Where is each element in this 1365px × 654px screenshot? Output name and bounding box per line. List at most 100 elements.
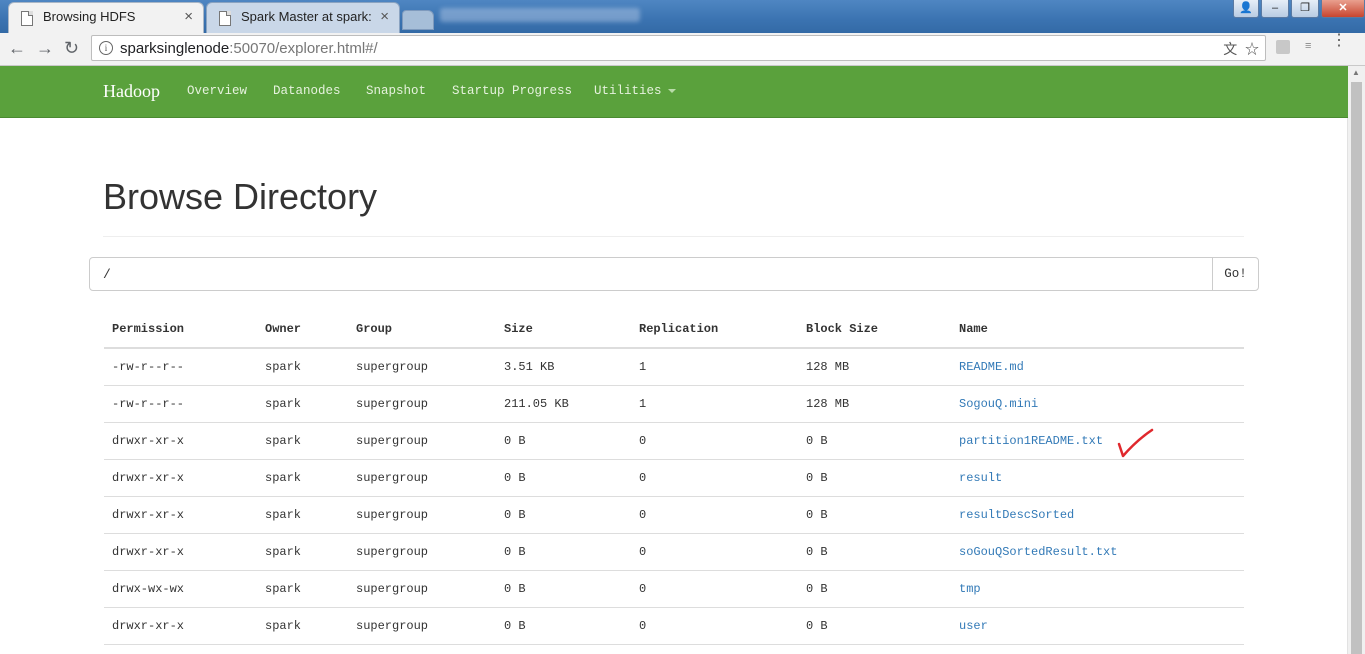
column-header-size[interactable]: Size — [496, 311, 631, 349]
directory-link[interactable]: resultDescSorted — [959, 508, 1074, 522]
size-cell: 3.51 KB — [496, 348, 631, 386]
close-icon[interactable]: × — [380, 8, 389, 25]
tab-title: Spark Master at spark:/ — [241, 9, 371, 24]
directory-link[interactable]: result — [959, 471, 1002, 485]
tab-browsing-hdfs[interactable]: Browsing HDFS × — [8, 2, 204, 33]
browser-titlebar: Browsing HDFS × Spark Master at spark:/ … — [0, 0, 1365, 33]
table-row: -rw-r--r-- spark supergroup 3.51 KB 1 12… — [104, 348, 1244, 386]
nav-datanodes[interactable]: Datanodes — [273, 84, 341, 98]
group-cell: supergroup — [348, 459, 496, 497]
replication-cell: 0 — [631, 496, 798, 534]
group-cell: supergroup — [348, 348, 496, 386]
extension-icon[interactable] — [1276, 40, 1290, 54]
permission-cell: drwxr-xr-x — [104, 533, 257, 571]
chevron-down-icon — [667, 88, 676, 93]
back-icon[interactable]: ← — [8, 38, 26, 59]
info-icon[interactable]: i — [99, 41, 113, 55]
close-window-button[interactable]: ✕ — [1321, 0, 1365, 18]
page-scrollbar[interactable]: ▲ — [1347, 66, 1365, 654]
tab-spark-master[interactable]: Spark Master at spark:/ × — [206, 2, 400, 33]
column-header-name[interactable]: Name — [951, 311, 1244, 349]
go-button[interactable]: Go! — [1212, 257, 1259, 291]
nav-startup-progress[interactable]: Startup Progress — [452, 84, 572, 98]
bookmark-star-icon[interactable]: ☆ — [1245, 41, 1259, 57]
size-cell: 0 B — [496, 422, 631, 460]
block-size-cell: 0 B — [798, 570, 951, 608]
column-header-block-size[interactable]: Block Size — [798, 311, 951, 349]
name-cell: soGouQSortedResult.txt — [951, 533, 1244, 571]
table-row: drwxr-xr-x spark supergroup 0 B 0 0 B re… — [104, 496, 1244, 534]
forward-icon[interactable]: → — [36, 38, 54, 59]
block-size-cell: 128 MB — [798, 385, 951, 423]
owner-cell: spark — [257, 385, 348, 423]
directory-link[interactable]: partition1README.txt — [959, 434, 1103, 448]
address-bar[interactable]: i sparksinglenode:50070/explorer.html#/ … — [91, 35, 1266, 61]
page-title: Browse Directory — [103, 176, 378, 217]
table-row: drwxr-xr-x spark supergroup 0 B 0 0 B us… — [104, 607, 1244, 645]
size-cell: 0 B — [496, 533, 631, 571]
reload-icon[interactable]: ↻ — [64, 38, 79, 59]
tab-title: Browsing HDFS — [43, 9, 136, 24]
size-cell: 211.05 KB — [496, 385, 631, 423]
window-controls: 👤 – ❐ ✕ — [1231, 0, 1365, 20]
size-cell: 0 B — [496, 496, 631, 534]
column-header-group[interactable]: Group — [348, 311, 496, 349]
new-tab-button[interactable] — [402, 10, 434, 30]
size-cell: 0 B — [496, 607, 631, 645]
group-cell: supergroup — [348, 533, 496, 571]
checkmark-icon — [1117, 428, 1154, 458]
size-cell: 0 B — [496, 570, 631, 608]
permission-cell: drwxr-xr-x — [104, 459, 257, 497]
permission-cell: drwxr-xr-x — [104, 422, 257, 460]
omnibox-actions: 文 ☆ — [1223, 39, 1259, 59]
scroll-thumb[interactable] — [1351, 82, 1362, 654]
table-row: drwxr-xr-x spark supergroup 0 B 0 0 B so… — [104, 533, 1244, 571]
directory-link[interactable]: user — [959, 619, 988, 633]
owner-cell: spark — [257, 496, 348, 534]
permission-cell: -rw-r--r-- — [104, 385, 257, 423]
nav-snapshot[interactable]: Snapshot — [366, 84, 426, 98]
owner-cell: spark — [257, 422, 348, 460]
column-header-permission[interactable]: Permission — [104, 311, 257, 349]
nav-overview[interactable]: Overview — [187, 84, 247, 98]
menu-icon[interactable]: ⋮ — [1331, 33, 1347, 49]
owner-cell: spark — [257, 607, 348, 645]
replication-cell: 0 — [631, 422, 798, 460]
group-cell: supergroup — [348, 496, 496, 534]
block-size-cell: 0 B — [798, 422, 951, 460]
name-cell: resultDescSorted — [951, 496, 1244, 534]
table-header-row: Permission Owner Group Size Replication … — [104, 311, 1244, 349]
block-size-cell: 0 B — [798, 496, 951, 534]
page-icon — [219, 11, 231, 26]
close-icon[interactable]: × — [184, 8, 193, 25]
table-row: drwxr-xr-x spark supergroup 0 B 0 0 B pa… — [104, 422, 1244, 460]
user-icon[interactable]: 👤 — [1233, 0, 1259, 18]
name-cell: SogouQ.mini — [951, 385, 1244, 423]
browser-toolbar: ← → ↻ i sparksinglenode:50070/explorer.h… — [0, 33, 1365, 66]
permission-cell: -rw-r--r-- — [104, 348, 257, 386]
directory-link[interactable]: soGouQSortedResult.txt — [959, 545, 1117, 559]
file-link[interactable]: README.md — [959, 360, 1024, 374]
directory-link[interactable]: tmp — [959, 582, 981, 596]
maximize-button[interactable]: ❐ — [1291, 0, 1319, 18]
url-text[interactable]: sparksinglenode:50070/explorer.html#/ — [120, 40, 378, 57]
name-cell: partition1README.txt — [951, 422, 1244, 460]
divider — [103, 236, 1244, 237]
table-row: -rw-r--r-- spark supergroup 211.05 KB 1 … — [104, 385, 1244, 423]
nav-utilities[interactable]: Utilities — [594, 84, 676, 98]
column-header-owner[interactable]: Owner — [257, 311, 348, 349]
column-header-replication[interactable]: Replication — [631, 311, 798, 349]
url-host: sparksinglenode — [120, 40, 230, 57]
directory-path-input[interactable] — [89, 257, 1213, 291]
owner-cell: spark — [257, 570, 348, 608]
extension-icon[interactable]: ≡ — [1305, 40, 1311, 52]
name-cell: user — [951, 607, 1244, 645]
translate-icon[interactable]: 文 — [1223, 41, 1237, 57]
brand-logo[interactable]: Hadoop — [103, 81, 160, 102]
replication-cell: 1 — [631, 348, 798, 386]
replication-cell: 0 — [631, 607, 798, 645]
scroll-up-icon[interactable]: ▲ — [1352, 68, 1360, 77]
replication-cell: 0 — [631, 570, 798, 608]
file-link[interactable]: SogouQ.mini — [959, 397, 1038, 411]
minimize-button[interactable]: – — [1261, 0, 1289, 18]
